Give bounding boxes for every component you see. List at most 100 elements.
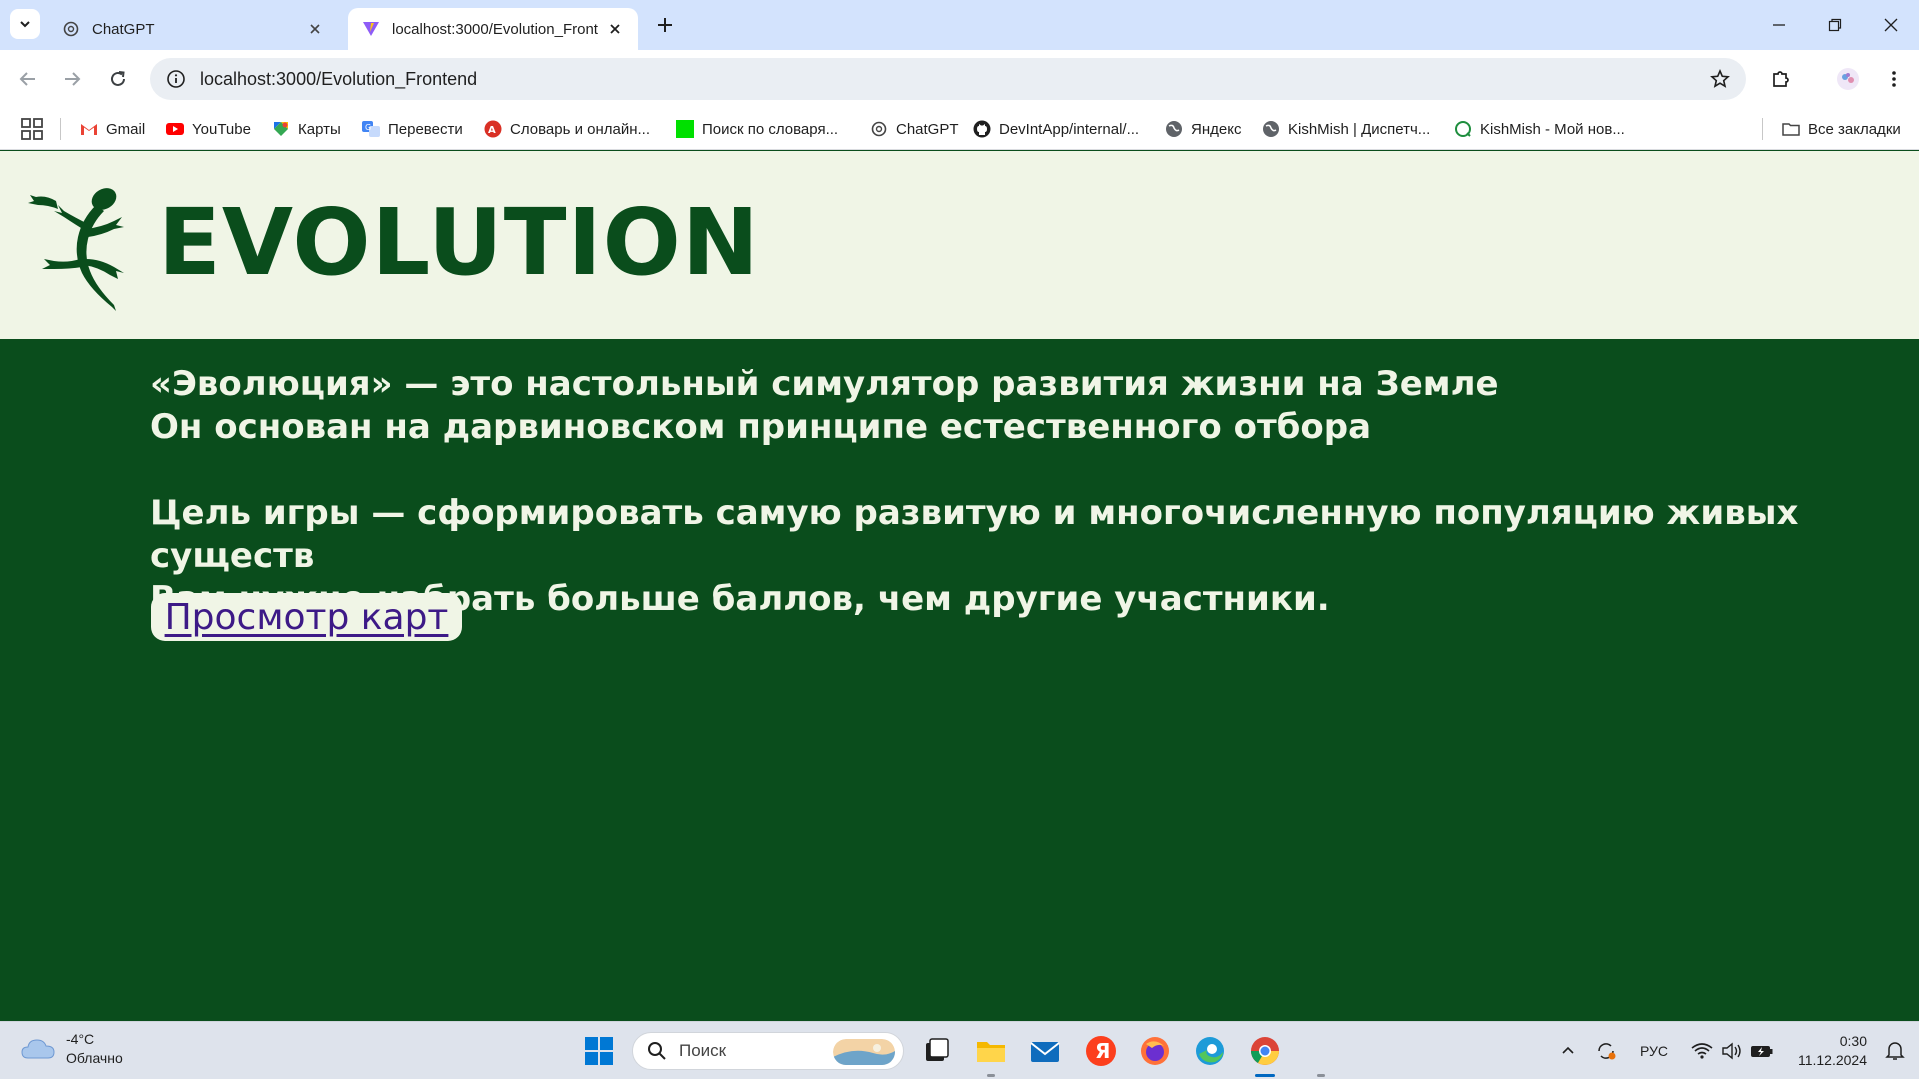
bookmark-translate[interactable]: G Перевести [362, 116, 463, 142]
url-text[interactable]: localhost:3000/Evolution_Frontend [200, 69, 1700, 90]
forward-arrow-icon [65, 72, 81, 86]
svg-text:A: A [488, 125, 496, 136]
file-explorer-icon[interactable] [974, 1034, 1008, 1068]
windows-taskbar: -4°C Облачно Поиск Я РУС 0:30 11.12.2024 [0, 1021, 1919, 1079]
divider [60, 118, 61, 140]
tab-chatgpt[interactable]: ChatGPT [48, 8, 338, 50]
chrome-icon[interactable] [1248, 1034, 1282, 1068]
folder-icon [1782, 123, 1800, 136]
wifi-icon [1691, 1043, 1713, 1059]
puzzle-icon [1773, 71, 1789, 87]
forward-button[interactable] [56, 63, 88, 95]
bookmark-label: ChatGPT [896, 120, 959, 138]
bookmark-github[interactable]: DevIntApp/internal/... [973, 116, 1139, 142]
weather-widget[interactable]: -4°C Облачно [20, 1030, 123, 1068]
windows-start-icon[interactable] [582, 1034, 616, 1068]
extensions-button[interactable] [1765, 63, 1797, 95]
bookmark-label: Карты [298, 120, 341, 138]
weather-temp: -4°C [66, 1031, 95, 1047]
chatgpt-icon [871, 121, 887, 137]
taskbar-search[interactable]: Поиск [632, 1032, 904, 1070]
yandex-browser-icon[interactable]: Я [1084, 1034, 1118, 1068]
weather-condition: Облачно [66, 1050, 123, 1066]
active-app-indicator [1255, 1074, 1275, 1077]
minimize-icon [1773, 24, 1785, 26]
info-icon [167, 70, 185, 88]
bookmark-yandex[interactable]: Яндекс [1165, 116, 1241, 142]
bookmark-label: Gmail [106, 120, 146, 138]
reload-button[interactable] [102, 63, 134, 95]
minimize-button[interactable] [1751, 0, 1807, 50]
browser-toolbar: localhost:3000/Evolution_Frontend [0, 50, 1919, 108]
new-tab-button[interactable] [652, 12, 678, 38]
window-controls [1751, 0, 1919, 50]
restore-button[interactable] [1807, 0, 1863, 50]
bookmark-youtube[interactable]: YouTube [166, 116, 251, 142]
show-hidden-icons[interactable] [1556, 1037, 1580, 1065]
bookmark-chatgpt[interactable]: ChatGPT [870, 116, 959, 142]
screen: ChatGPT localhost:3000/Evolution_Fronten… [0, 0, 1919, 1079]
tab-search-button[interactable] [10, 9, 40, 39]
vite-icon [363, 22, 379, 36]
bookmark-label: KishMish | Диспетч... [1288, 120, 1431, 138]
github-icon [973, 120, 991, 138]
intro-line: Он основан на дарвиновском принципе есте… [150, 407, 1372, 447]
edge-icon[interactable] [1193, 1034, 1227, 1068]
back-arrow-icon [19, 72, 35, 86]
view-cards-button[interactable]: Просмотр карт [151, 593, 462, 641]
bookmark-kishmish-dispatch[interactable]: KishMish | Диспетч... [1262, 116, 1430, 142]
search-icon [648, 1042, 666, 1060]
system-clock[interactable]: 0:30 11.12.2024 [1798, 1032, 1867, 1070]
chatgpt-icon [63, 21, 79, 37]
tab-title: ChatGPT [92, 20, 155, 38]
back-button[interactable] [12, 63, 44, 95]
close-icon [1884, 18, 1898, 32]
wifi-button[interactable] [1688, 1037, 1716, 1065]
main-content: «Эволюция» — это настольный симулятор ра… [0, 339, 1919, 1021]
battery-button[interactable] [1748, 1037, 1776, 1065]
bookmark-maps[interactable]: Карты [272, 116, 341, 142]
address-bar[interactable]: localhost:3000/Evolution_Frontend [150, 58, 1746, 100]
close-window-button[interactable] [1863, 0, 1919, 50]
bookmark-star-button[interactable] [1700, 58, 1740, 100]
bookmark-dictionary-search[interactable]: Поиск по словаря... [676, 116, 838, 142]
menu-button[interactable] [1878, 63, 1910, 95]
search-highlight-icon [833, 1039, 895, 1065]
sync-tray-button[interactable] [1592, 1037, 1620, 1065]
bookmark-kishmish-new[interactable]: KishMish - Мой нов... [1454, 116, 1625, 142]
intro-text: «Эволюция» — это настольный симулятор ра… [150, 363, 1919, 621]
volume-button[interactable] [1718, 1037, 1746, 1065]
apps-grid-icon[interactable] [20, 117, 44, 141]
clock-date: 11.12.2024 [1797, 1052, 1867, 1068]
bookmark-gmail[interactable]: Gmail [80, 116, 145, 142]
plus-icon [658, 18, 672, 32]
task-view-icon[interactable] [920, 1034, 954, 1068]
bookmark-label: Словарь и онлайн... [510, 120, 650, 138]
globe-icon [1166, 121, 1182, 137]
kishmish-icon [1455, 121, 1471, 137]
all-bookmarks[interactable]: Все закладки [1782, 116, 1901, 142]
bookmark-dictionary[interactable]: A Словарь и онлайн... [484, 116, 650, 142]
globe-icon [1263, 121, 1279, 137]
running-indicator [987, 1074, 995, 1077]
bookmark-label: Поиск по словаря... [702, 120, 839, 138]
bookmark-label: KishMish - Мой нов... [1480, 120, 1625, 138]
green-square-icon [676, 120, 694, 138]
restore-icon [1828, 18, 1842, 32]
close-icon[interactable] [306, 20, 324, 38]
language-indicator[interactable]: РУС [1636, 1037, 1672, 1065]
site-info-button[interactable] [156, 58, 196, 100]
bookmark-label: DevIntApp/internal/... [999, 120, 1140, 138]
profile-avatar[interactable] [1832, 63, 1864, 95]
intro-line: Цель игры — сформировать самую развитую … [150, 493, 1799, 576]
bookmark-label: Перевести [388, 120, 463, 138]
close-icon[interactable] [606, 20, 624, 38]
notification-bell-icon[interactable] [1883, 1038, 1907, 1062]
mail-icon[interactable] [1028, 1034, 1062, 1068]
star-icon [1710, 69, 1730, 88]
firefox-icon[interactable] [1138, 1034, 1172, 1068]
clock-time: 0:30 [1839, 1033, 1867, 1049]
tab-evolution[interactable]: localhost:3000/Evolution_Frontend [348, 8, 638, 50]
youtube-icon [166, 123, 184, 135]
